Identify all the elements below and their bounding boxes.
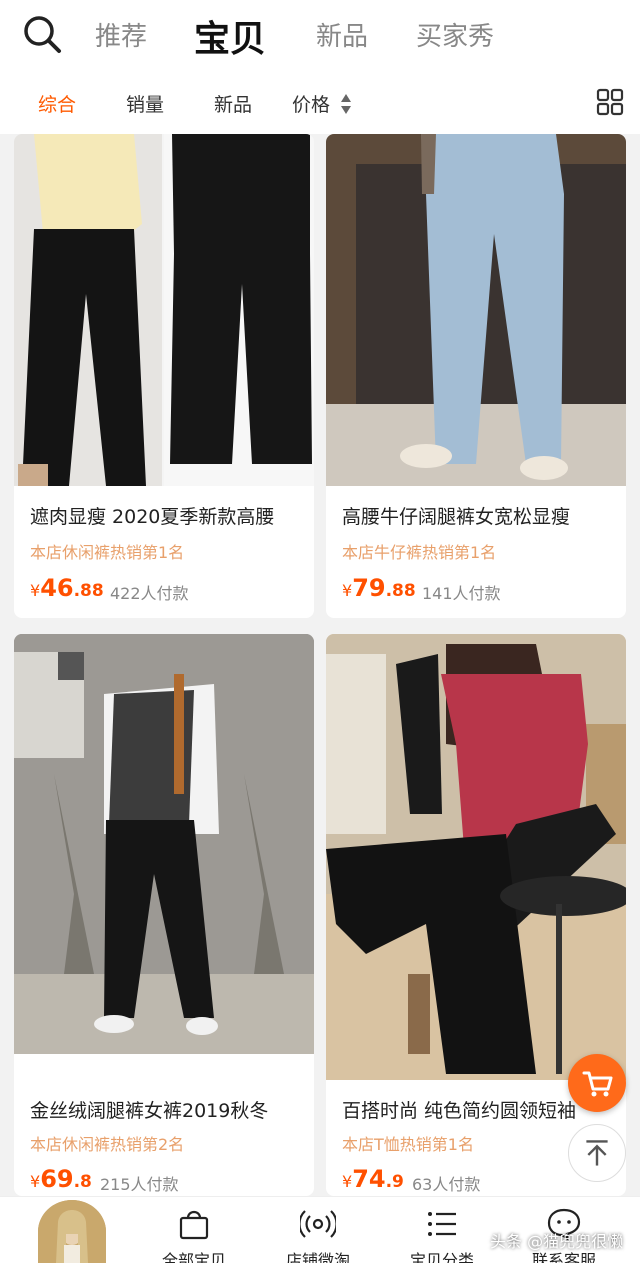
product-image <box>14 634 314 1054</box>
product-price: ¥74.9 <box>342 1165 404 1193</box>
price-integer: 69 <box>40 1165 74 1193</box>
product-price: ¥79.88 <box>342 574 416 602</box>
price-decimal: .9 <box>385 1172 404 1192</box>
product-image <box>14 134 314 486</box>
broadcast-icon <box>300 1210 336 1238</box>
arrow-up-icon <box>586 1140 608 1166</box>
product-rank: 本店牛仔裤热销第1名 <box>342 543 497 562</box>
price-integer: 79 <box>352 574 386 602</box>
filter-bar: 综合 销量 新品 价格 <box>0 70 640 134</box>
product-price: ¥69.8 <box>30 1165 92 1193</box>
nav-categories[interactable]: 宝贝分类 <box>382 1197 502 1263</box>
currency-symbol: ¥ <box>30 581 41 600</box>
product-title: 遮肉显瘦 2020夏季新款高腰 <box>30 506 275 528</box>
price-decimal: .8 <box>73 1172 92 1192</box>
sold-count: 63人付款 <box>412 1175 481 1194</box>
grid-view-icon[interactable] <box>596 88 624 116</box>
product-title: 金丝绒阔腿裤女裤2019秋冬 <box>30 1100 269 1122</box>
tab-recommend[interactable]: 推荐 <box>95 16 147 53</box>
product-price: ¥46.88 <box>30 574 104 602</box>
product-card[interactable]: 高腰牛仔阔腿裤女宽松显瘦 本店牛仔裤热销第1名 ¥79.88 141人付款 <box>326 134 626 618</box>
product-title: 高腰牛仔阔腿裤女宽松显瘦 <box>342 506 571 528</box>
nav-label: 店铺微淘 <box>285 1251 350 1263</box>
product-card[interactable]: 金丝绒阔腿裤女裤2019秋冬 本店休闲裤热销第2名 ¥69.8 215人付款 <box>14 634 314 1196</box>
sold-count: 215人付款 <box>100 1175 179 1194</box>
filter-price[interactable]: 价格 <box>292 90 330 117</box>
nav-label: 宝贝分类 <box>409 1251 474 1263</box>
nav-store-feed[interactable]: 店铺微淘 <box>258 1197 378 1263</box>
product-image <box>326 134 626 486</box>
product-rank: 本店休闲裤热销第1名 <box>30 543 185 562</box>
tab-buyer-show[interactable]: 买家秀 <box>416 16 494 53</box>
nav-all-products[interactable]: 全部宝贝 <box>134 1197 254 1263</box>
price-decimal: .88 <box>385 581 416 601</box>
filter-new[interactable]: 新品 <box>214 90 252 117</box>
list-icon <box>428 1212 456 1236</box>
cart-icon <box>582 1071 613 1097</box>
product-card[interactable]: 遮肉显瘦 2020夏季新款高腰 本店休闲裤热销第1名 ¥46.88 422人付款 <box>14 134 314 618</box>
watermark: 头条 @猫兜兜很懒 <box>490 1232 624 1251</box>
product-rank: 本店休闲裤热销第2名 <box>30 1135 185 1154</box>
tab-products[interactable]: 宝贝 <box>194 10 266 62</box>
filter-overall[interactable]: 综合 <box>38 90 76 117</box>
sold-count: 141人付款 <box>422 584 501 603</box>
nav-label: 全部宝贝 <box>161 1251 226 1263</box>
top-tab-bar: 推荐 宝贝 新品 买家秀 <box>0 0 640 70</box>
filter-sales[interactable]: 销量 <box>126 90 164 117</box>
sold-count: 422人付款 <box>110 584 189 603</box>
product-rank: 本店T恤热销第1名 <box>342 1135 474 1154</box>
bag-icon <box>179 1210 209 1240</box>
store-avatar[interactable] <box>38 1200 106 1263</box>
currency-symbol: ¥ <box>30 1172 41 1191</box>
cart-button[interactable] <box>568 1054 626 1112</box>
sort-arrows-icon[interactable] <box>340 92 352 116</box>
back-to-top-button[interactable] <box>568 1124 626 1182</box>
product-image <box>326 634 626 1080</box>
search-icon[interactable] <box>22 14 62 54</box>
avatar-image <box>38 1200 106 1263</box>
price-integer: 46 <box>40 574 74 602</box>
currency-symbol: ¥ <box>342 1172 353 1191</box>
price-integer: 74 <box>352 1165 386 1193</box>
price-decimal: .88 <box>73 581 104 601</box>
tab-new[interactable]: 新品 <box>316 16 368 53</box>
currency-symbol: ¥ <box>342 581 353 600</box>
